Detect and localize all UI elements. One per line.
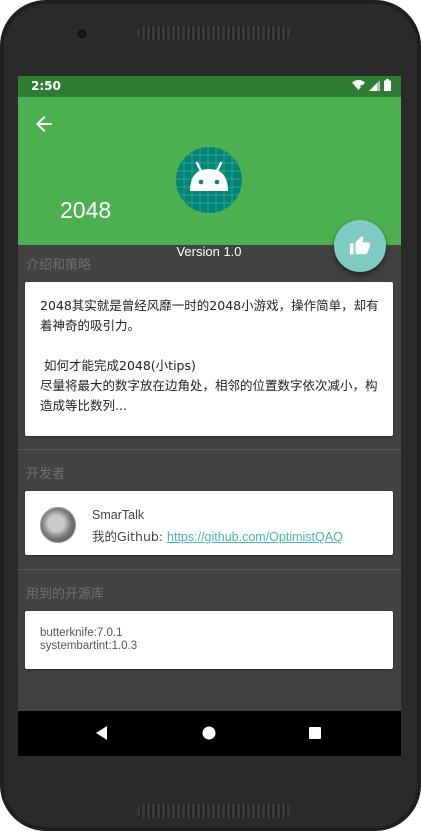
home-circle-icon[interactable] — [199, 723, 219, 743]
app-bar: 2048 Version 1.0 — [18, 97, 401, 259]
intro-paragraph: 2048其实就是曾经风靡一时的2048小游戏，操作简单，却有着神奇的吸引力。 — [40, 298, 379, 333]
github-label: 我的Github: — [92, 529, 168, 544]
intro-section-title: 介绍和策略 — [26, 258, 92, 273]
arrow-back-icon[interactable] — [32, 112, 56, 136]
app-version: Version 1.0 — [176, 244, 242, 259]
app-title: 2048 — [60, 197, 112, 223]
battery-icon — [384, 79, 391, 91]
intro-card: 2048其实就是曾经风靡一时的2048小游戏，操作简单，却有着神奇的吸引力。 如… — [25, 282, 393, 436]
back-triangle-icon[interactable] — [92, 723, 112, 743]
bottom-speaker — [137, 804, 291, 818]
screen: 2:50 2048 Version 1.0 介绍和策略 2048其实就是曾经风靡… — [18, 76, 401, 756]
recents-square-icon[interactable] — [305, 723, 325, 743]
developer-section-title: 开发者 — [26, 467, 66, 482]
signal-icon — [369, 79, 380, 91]
status-icons — [352, 79, 391, 91]
wifi-icon — [352, 80, 365, 90]
avatar — [40, 507, 76, 543]
github-link[interactable]: https://github.com/OptimistQAQ — [167, 530, 343, 544]
status-time: 2:50 — [31, 79, 61, 93]
navigation-bar — [18, 711, 401, 756]
libraries-card: butterknife:7.0.1 systembartint:1.0.3 — [25, 611, 393, 669]
phone-frame: 2:50 2048 Version 1.0 介绍和策略 2048其实就是曾经风靡… — [0, 0, 421, 831]
android-logo-icon — [176, 147, 242, 213]
developer-github-row: 我的Github: https://github.com/OptimistQAQ — [92, 526, 343, 545]
library-item: systembartint:1.0.3 — [40, 640, 138, 652]
section-divider — [18, 569, 401, 570]
libraries-section-title: 用到的开源库 — [26, 587, 105, 602]
developer-card: SmarTalk 我的Github: https://github.com/Op… — [25, 491, 393, 555]
status-bar: 2:50 — [18, 76, 401, 97]
top-speaker — [137, 26, 291, 40]
like-fab-button[interactable] — [334, 220, 386, 272]
thumb-up-icon — [349, 235, 371, 255]
section-divider — [18, 449, 401, 450]
tips-paragraph: 如何才能完成2048(小tips) 尽量将最大的数字放在边角处，相邻的位置数字依… — [40, 358, 378, 413]
front-camera — [76, 28, 88, 40]
library-item: butterknife:7.0.1 — [40, 627, 123, 639]
developer-name: SmarTalk — [92, 508, 145, 522]
